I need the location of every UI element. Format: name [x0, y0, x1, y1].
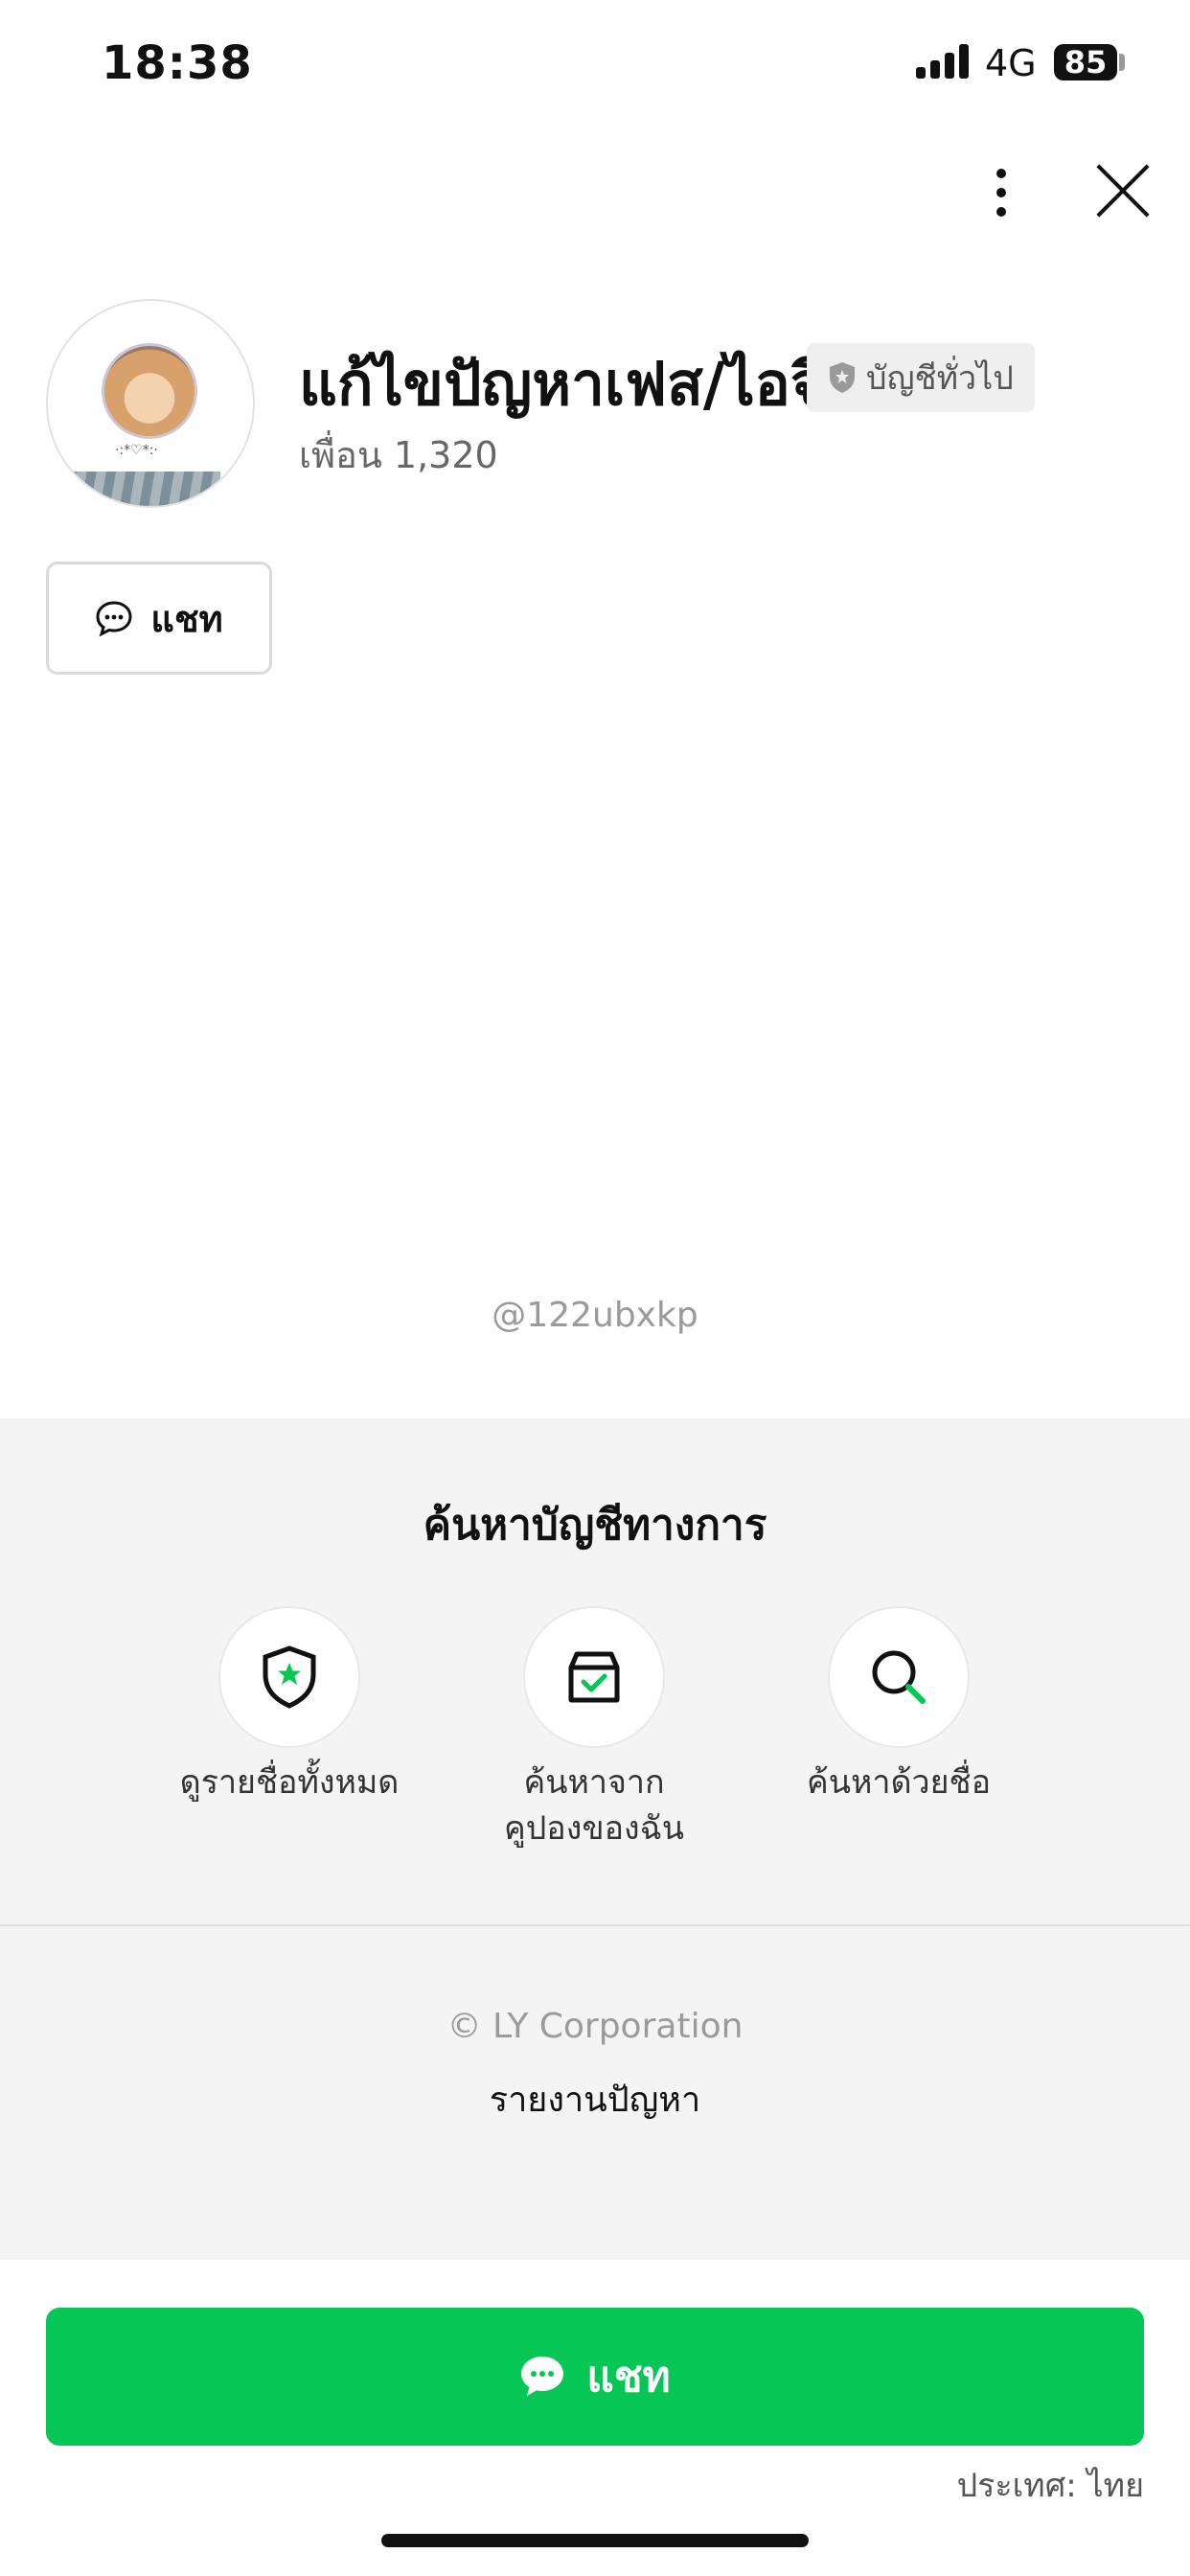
- coupon-box-icon: [568, 1651, 620, 1703]
- shield-star-icon: [830, 362, 855, 393]
- section-title: ค้นหาบัญชีทางการ: [423, 1501, 767, 1550]
- option-label[interactable]: ค้นหาด้วยชื่อ: [753, 1760, 1044, 1806]
- view-all-option[interactable]: [218, 1606, 360, 1748]
- close-icon[interactable]: [1092, 161, 1152, 220]
- badge-label: บัญชีทั่วไป: [866, 359, 1014, 398]
- report-problem-link[interactable]: รายงานปัญหา: [0, 2072, 1190, 2127]
- divider: [0, 1924, 1190, 1926]
- chat-bubble-icon: [96, 601, 132, 637]
- more-options-icon[interactable]: [983, 165, 1021, 222]
- option-label[interactable]: ค้นหาจาก คูปองของฉัน: [448, 1760, 740, 1852]
- avatar[interactable]: ·:*♡*:·: [46, 299, 255, 508]
- hamster-image: [102, 343, 197, 439]
- option-circle[interactable]: [218, 1606, 360, 1748]
- option-circle[interactable]: [828, 1606, 970, 1748]
- chat-bubble-icon: [521, 2357, 564, 2396]
- chat-button-label: แชท: [150, 597, 223, 640]
- network-type: 4G: [985, 42, 1037, 84]
- option-circle[interactable]: [523, 1606, 665, 1748]
- status-time: 18:38: [102, 36, 253, 90]
- avatar-background-strip: [48, 472, 220, 506]
- home-indicator[interactable]: [381, 2534, 809, 2547]
- battery-icon: 85: [1054, 44, 1117, 80]
- friend-count: เพื่อน 1,320: [299, 434, 498, 476]
- account-type-badge: บัญชีทั่วไป: [807, 343, 1035, 412]
- battery-cap: [1119, 54, 1125, 71]
- copyright: © LY Corporation: [446, 2007, 744, 2046]
- option-label-line1: ค้นหาจาก: [523, 1763, 665, 1802]
- chat-button-main-label: แชท: [586, 2353, 671, 2402]
- country-label: ประเทศ: ไทย: [956, 2467, 1144, 2505]
- option-label[interactable]: ดูรายชื่อทั้งหมด: [144, 1760, 435, 1806]
- search-icon: [872, 1650, 926, 1704]
- coupon-search-option[interactable]: [523, 1606, 665, 1748]
- signal-icon: [916, 44, 970, 79]
- chat-button-small[interactable]: แชท: [46, 562, 272, 675]
- account-name: แก้ไขปัญหาเฟส/ไอจี: [299, 349, 826, 419]
- account-handle: @122ubxkp: [492, 1296, 698, 1335]
- option-label-line2: คูปองของฉัน: [503, 1809, 684, 1848]
- shield-star-icon: [263, 1645, 316, 1709]
- name-search-option[interactable]: [828, 1606, 970, 1748]
- avatar-caption: ·:*♡*:·: [115, 443, 158, 458]
- chat-button-main[interactable]: แชท: [46, 2308, 1144, 2446]
